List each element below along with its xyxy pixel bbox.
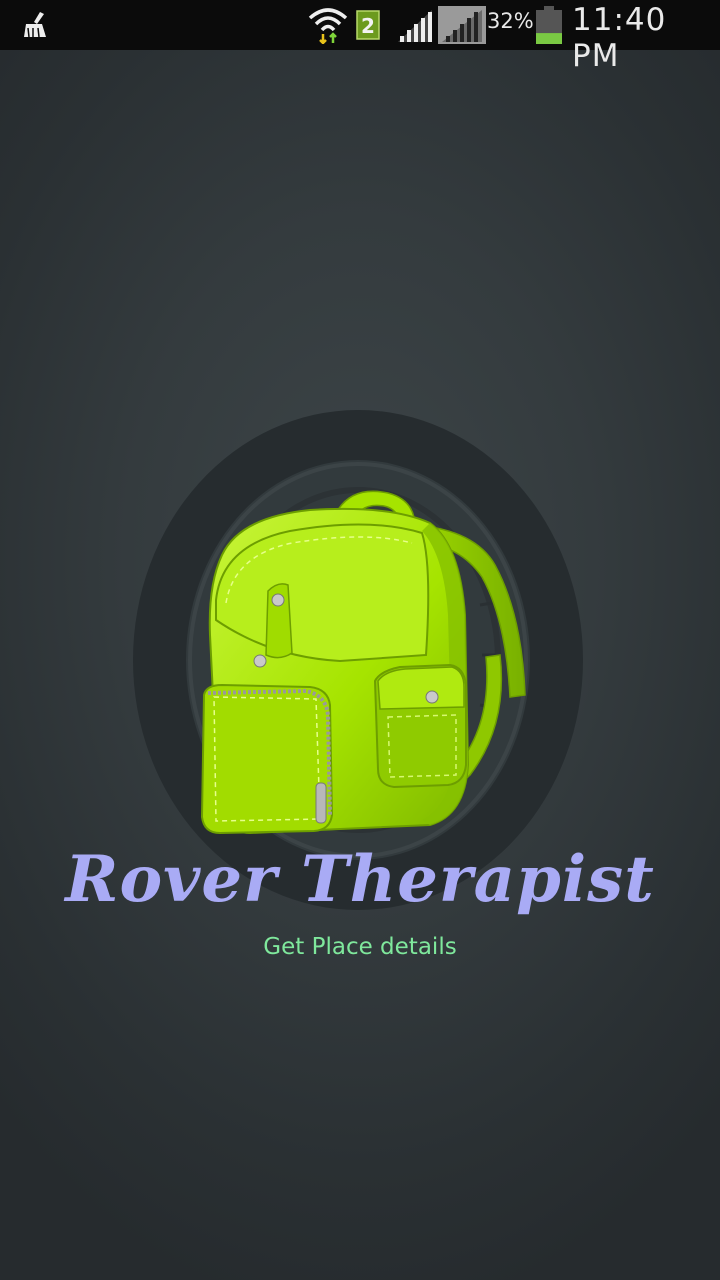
app-title: Rover Therapist bbox=[65, 842, 655, 917]
battery-icon bbox=[536, 6, 562, 44]
sim-slot-label: 2 bbox=[361, 14, 375, 38]
signal-icon bbox=[438, 6, 486, 44]
sim-icon: 2 bbox=[356, 10, 380, 40]
status-bar: 2 32% 11:40 PM bbox=[0, 0, 720, 74]
app-subtitle: Get Place details bbox=[263, 934, 457, 960]
splash-screen: 2 32% 11:40 PM Rover Therapist Get Place… bbox=[0, 0, 720, 1280]
clock: 11:40 PM bbox=[572, 2, 667, 74]
wifi-icon bbox=[308, 8, 348, 44]
signal-icon bbox=[398, 10, 432, 42]
cleaner-icon bbox=[24, 12, 46, 38]
battery-percent: 32% bbox=[487, 9, 534, 33]
